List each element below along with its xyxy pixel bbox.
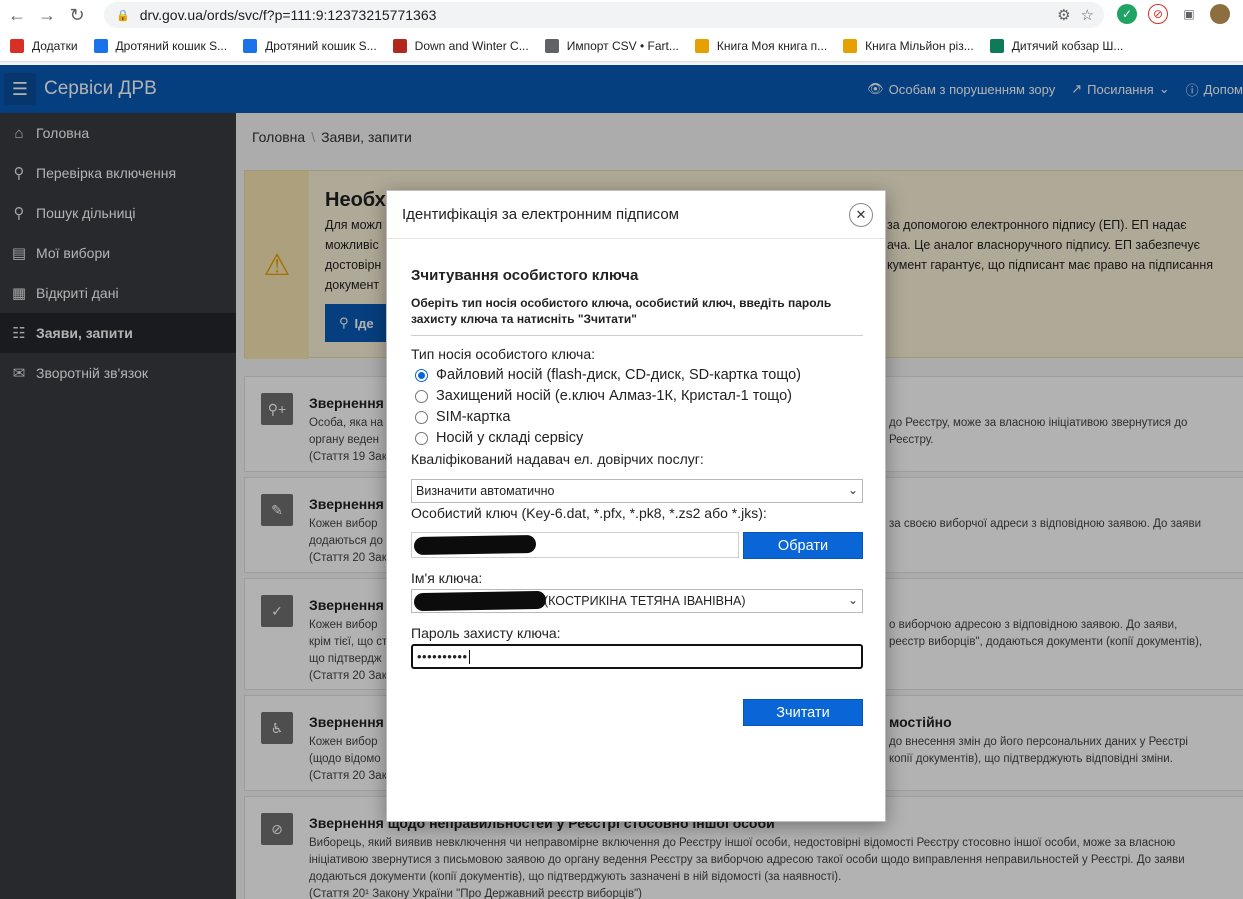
radio-protected-media[interactable]: Захищений носій (е.ключ Алмаз-1К, Криста…	[415, 388, 792, 404]
close-icon[interactable]: ✕	[849, 203, 873, 227]
bookmark-item[interactable]: Импорт CSV • Fart...	[544, 38, 679, 53]
bookmarks-bar: Додатки Дротяний кошик S... Дротяний кошик…	[0, 30, 1243, 62]
radio-sim-card[interactable]: SIM-картка	[415, 409, 510, 425]
back-icon[interactable]: ←	[4, 2, 30, 28]
signature-dialog: Ідентифікація за електронним підписом ✕ …	[386, 190, 886, 822]
star-icon[interactable]: ☆	[1081, 6, 1094, 24]
bookmark-item[interactable]: Книга Мільйон різ...	[843, 38, 974, 53]
url-text: drv.gov.ua/ords/svc/f?p=111:9:1237321577…	[139, 7, 437, 23]
section-subtitle: Оберіть тип носія особистого ключа, особ…	[411, 296, 832, 326]
bookmark-icon	[694, 38, 709, 53]
bookmark-item[interactable]: Дитячий кобзар Ш...	[989, 38, 1123, 53]
address-bar[interactable]: 🔒 drv.gov.ua/ords/svc/f?p=111:9:12373215…	[104, 2, 1104, 28]
radio-selected[interactable]	[415, 368, 428, 382]
chevron-down-icon: ⌄	[847, 483, 858, 497]
key-name-select[interactable]: (КОСТРИКІНА ТЕТЯНА ІВАНІВНА) ⌄	[411, 589, 863, 613]
bookmark-item[interactable]: Додатки	[10, 38, 78, 53]
bookmark-item[interactable]: Дротяний кошик S...	[243, 38, 377, 53]
dialog-title: Ідентифікація за електронним підписом	[402, 206, 679, 223]
modal-overlay-header	[0, 65, 1243, 113]
radio-file-media[interactable]: Файловий носій (flash-диск, CD-диск, SD-…	[415, 367, 801, 383]
key-icon[interactable]: ⚙	[1057, 6, 1070, 24]
bookmark-item[interactable]: Down and Winter C...	[392, 38, 529, 53]
media-type-label: Тип носія особистого ключа:	[411, 346, 596, 362]
dialog-header: Ідентифікація за електронним підписом	[387, 191, 885, 239]
divider	[411, 335, 863, 336]
chevron-down-icon: ⌄	[847, 593, 858, 607]
bookmark-icon	[392, 38, 407, 53]
bookmark-icon	[544, 38, 559, 53]
radio-unselected[interactable]	[415, 389, 428, 403]
profile-avatar[interactable]	[1210, 4, 1230, 24]
puzzle-icon[interactable]: ▣	[1179, 4, 1199, 24]
password-label: Пароль захисту ключа:	[411, 625, 561, 641]
bookmark-icon	[243, 38, 258, 53]
bookmark-icon	[989, 38, 1004, 53]
choose-file-button[interactable]: Обрати	[743, 532, 863, 559]
radio-unselected[interactable]	[415, 410, 428, 424]
browser-toolbar: ← → ↻ 🔒 drv.gov.ua/ords/svc/f?p=111:9:12…	[0, 0, 1243, 30]
bookmark-icon	[93, 38, 108, 53]
text-caret	[468, 649, 470, 664]
key-file-input[interactable]	[411, 532, 739, 558]
bookmark-icon	[843, 38, 858, 53]
radio-service-media[interactable]: Носій у складі сервісу	[415, 430, 583, 446]
password-input[interactable]: ••••••••••	[411, 644, 863, 669]
bookmark-item[interactable]: Книга Моя книга п...	[694, 38, 827, 53]
section-title: Зчитування особистого ключа	[411, 267, 639, 284]
redacted-scribble	[413, 590, 547, 612]
key-name-label: Ім'я ключа:	[411, 570, 483, 586]
reload-icon[interactable]: ↻	[64, 2, 90, 28]
radio-unselected[interactable]	[415, 431, 428, 445]
key-file-label: Особистий ключ (Key-6.dat, *.pfx, *.pk8,…	[411, 505, 767, 521]
bookmark-icon	[10, 38, 24, 53]
provider-label: Кваліфікований надавач ел. довірчих посл…	[411, 451, 704, 467]
check-extension-icon[interactable]: ✓	[1117, 4, 1137, 24]
blocked-extension-icon[interactable]: ⊘	[1148, 4, 1168, 24]
forward-icon[interactable]: →	[34, 2, 60, 28]
lock-icon: 🔒	[116, 9, 130, 22]
provider-select[interactable]: Визначити автоматично ⌄	[411, 479, 863, 503]
read-key-button[interactable]: Зчитати	[743, 699, 863, 726]
bookmark-item[interactable]: Дротяний кошик S...	[93, 38, 227, 53]
redacted-scribble	[413, 534, 537, 556]
